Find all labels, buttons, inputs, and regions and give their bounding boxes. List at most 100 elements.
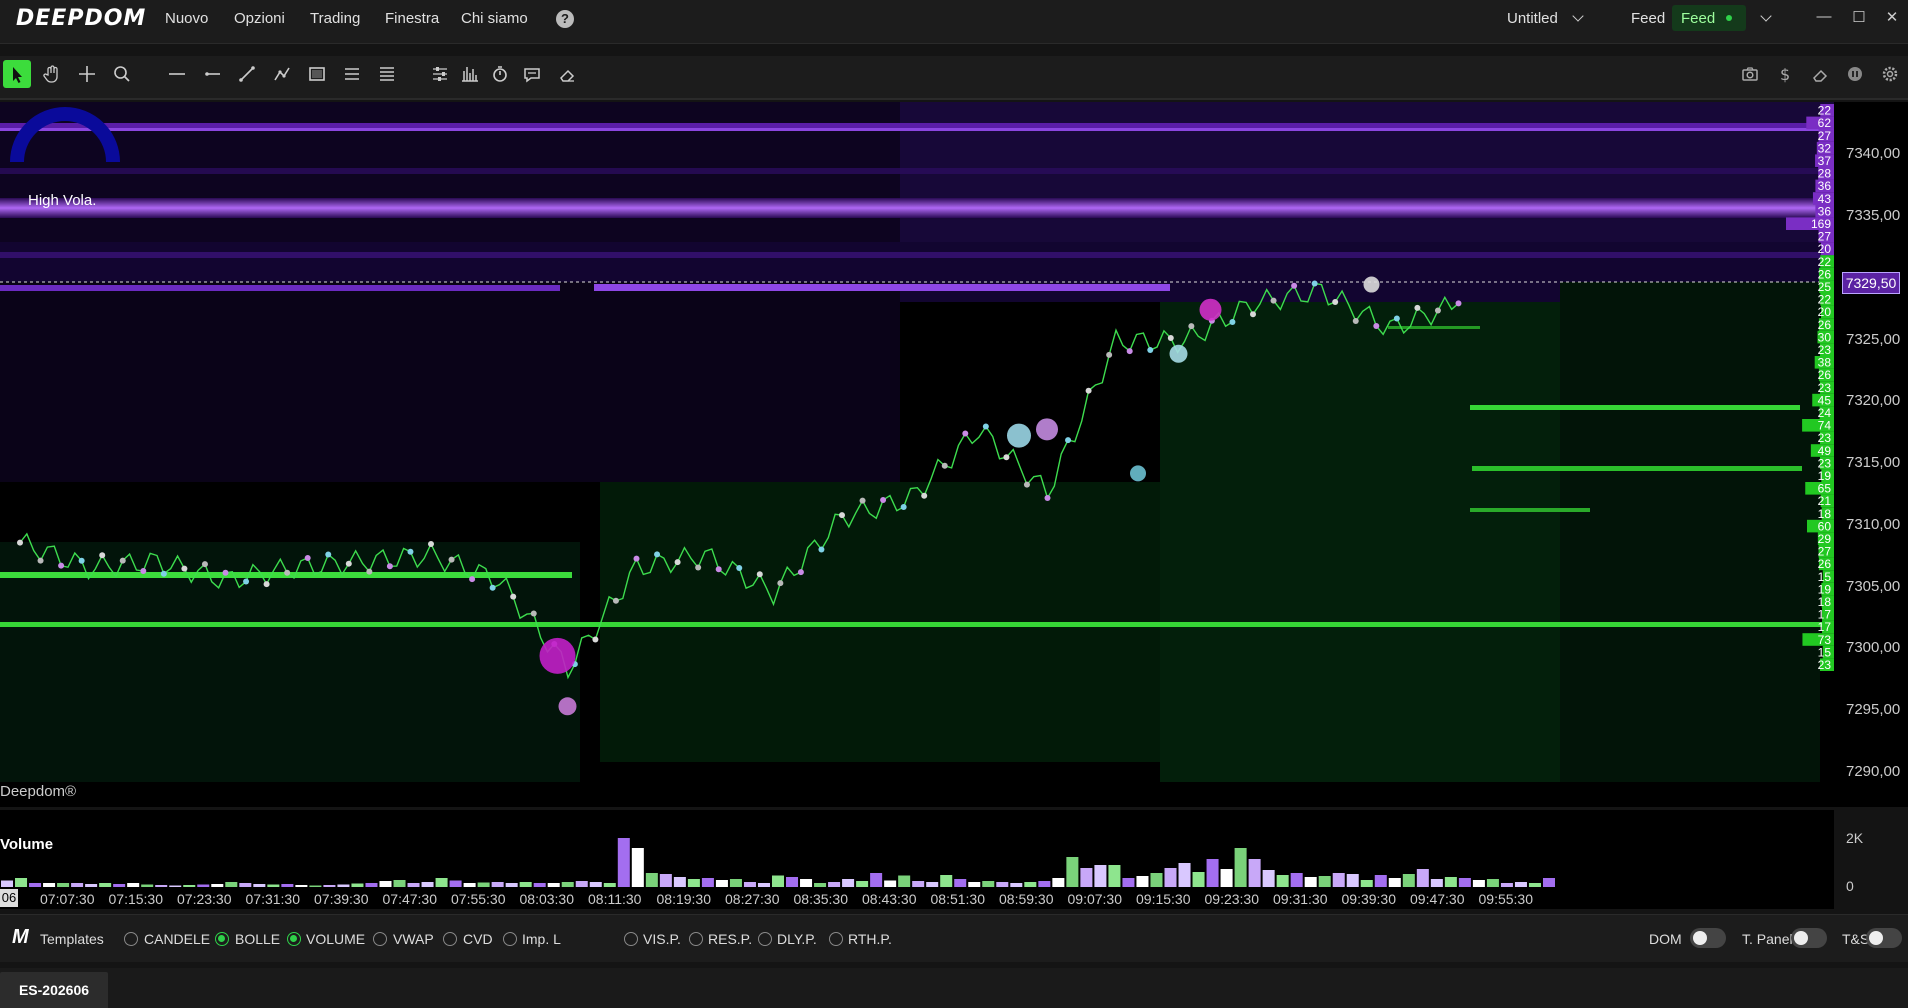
crosshair-icon[interactable]: [73, 60, 101, 88]
templates-icon[interactable]: M: [12, 926, 29, 949]
trade-bubble: [695, 564, 702, 571]
dollar-icon[interactable]: $: [1771, 60, 1799, 88]
imp-l-radio[interactable]: [503, 932, 517, 946]
trade-bubble: [880, 496, 887, 503]
t-panel-toggle[interactable]: [1791, 928, 1827, 948]
volume-bar: [1206, 859, 1219, 888]
rth-p-label[interactable]: RTH.P.: [848, 931, 892, 947]
vwap-label[interactable]: VWAP: [393, 931, 434, 947]
res-p-radio[interactable]: [689, 932, 703, 946]
time-axis-label: 08:43:30: [862, 891, 917, 907]
trade-bubble: [366, 568, 373, 575]
dom-toggle-label: DOM: [1649, 931, 1682, 947]
menu-item-finestra[interactable]: Finestra: [385, 10, 439, 27]
pointer-icon[interactable]: [3, 60, 31, 88]
trend-line-icon[interactable]: [233, 60, 261, 88]
dly-p-radio[interactable]: [758, 932, 772, 946]
volume-bar: [1066, 857, 1079, 888]
time-axis-label: 08:27:30: [725, 891, 780, 907]
trade-bubble: [489, 584, 496, 591]
volume-radio[interactable]: [287, 932, 301, 946]
imp-l-label[interactable]: Imp. L: [522, 931, 561, 947]
trade-bubble: [407, 548, 414, 555]
timer-icon[interactable]: [486, 60, 514, 88]
trade-bubble: [1373, 322, 1380, 329]
close-button[interactable]: ✕: [1881, 8, 1903, 28]
magnifier-icon[interactable]: [108, 60, 136, 88]
time-axis-label: 07:39:30: [314, 891, 369, 907]
trade-bubble: [941, 462, 948, 469]
trade-bubble: [1229, 318, 1236, 325]
dly-p-label[interactable]: DLY.P.: [777, 931, 817, 947]
time-axis-label: 07:15:30: [108, 891, 164, 907]
res-p-label[interactable]: RES.P.: [708, 931, 752, 947]
bid-liquidity-band: [1470, 405, 1800, 410]
volume-bar: [1332, 873, 1345, 888]
rth-p-radio[interactable]: [829, 932, 843, 946]
trade-bubble: [900, 503, 907, 510]
trade-bubble: [469, 576, 476, 583]
chevron-down-icon[interactable]: [1760, 10, 1772, 22]
trade-bubble: [797, 569, 804, 576]
gear-icon[interactable]: [1876, 60, 1904, 88]
bid-liquidity-band: [1472, 466, 1802, 471]
eraser-icon[interactable]: [553, 60, 581, 88]
dom-toggle[interactable]: [1690, 928, 1726, 948]
volume-label[interactable]: VOLUME: [306, 931, 365, 947]
trade-bubble: [1414, 304, 1421, 311]
bolle-label[interactable]: BOLLE: [235, 931, 280, 947]
vwap-radio[interactable]: [373, 932, 387, 946]
horizontal-ray-icon[interactable]: [198, 60, 226, 88]
maximize-button[interactable]: ☐: [1848, 8, 1870, 28]
volume-panel[interactable]: [0, 810, 1834, 888]
chevron-down-icon[interactable]: [1572, 10, 1584, 22]
volume-bar: [1150, 873, 1163, 888]
fib-lines-icon[interactable]: [373, 60, 401, 88]
camera-icon[interactable]: [1736, 60, 1764, 88]
volume-bar: [1094, 865, 1107, 888]
rectangle-icon[interactable]: [303, 60, 331, 88]
menu-item-trading[interactable]: Trading: [310, 10, 360, 27]
comment-icon[interactable]: [518, 60, 546, 88]
settings-sliders-icon[interactable]: [426, 60, 454, 88]
time-axis-label: 09:23:30: [1204, 891, 1260, 907]
trade-bubble: [736, 564, 743, 571]
trade-bubble: [592, 636, 599, 643]
menu-item-nuovo[interactable]: Nuovo: [165, 10, 208, 27]
trade-bubble: [201, 561, 208, 568]
parallel-lines-icon[interactable]: [338, 60, 366, 88]
ts-toggle[interactable]: [1866, 928, 1902, 948]
time-axis-label: 09:39:30: [1341, 891, 1397, 907]
menu-item-chi-siamo[interactable]: Chi siamo: [461, 10, 528, 27]
vis-p-radio[interactable]: [624, 932, 638, 946]
polyline-icon[interactable]: [268, 60, 296, 88]
vis-p-label[interactable]: VIS.P.: [643, 931, 681, 947]
instrument-tab[interactable]: ES-202606: [0, 972, 108, 1008]
feed-status-badge[interactable]: Feed: [1672, 5, 1746, 31]
volume-bar: [870, 873, 883, 888]
candele-radio[interactable]: [124, 932, 138, 946]
help-icon[interactable]: ?: [556, 10, 574, 28]
horizontal-line-icon[interactable]: [163, 60, 191, 88]
cvd-radio[interactable]: [443, 932, 457, 946]
menu-item-opzioni[interactable]: Opzioni: [234, 10, 285, 27]
hand-icon[interactable]: [38, 60, 66, 88]
workspace-selector[interactable]: Untitled: [1507, 10, 1558, 27]
templates-label[interactable]: Templates: [40, 931, 104, 947]
bolle-radio[interactable]: [215, 932, 229, 946]
trade-bubble: [1250, 311, 1256, 318]
heatmap-chart[interactable]: 22 62 27 32 37 28 36 43 36 169 27 20 22 26 25 22 20 26 30 2…: [0, 102, 1834, 807]
trade-bubble: [1036, 418, 1058, 441]
time-axis-label: 09:15:30: [1136, 891, 1191, 907]
time-axis-label: 09:47:30: [1410, 891, 1465, 907]
candele-label[interactable]: CANDELE: [144, 931, 210, 947]
time-axis-label: 07:23:30: [177, 891, 232, 907]
volume-bar: [1108, 865, 1121, 888]
minimize-button[interactable]: —: [1813, 8, 1835, 28]
eraser-icon[interactable]: [1806, 60, 1834, 88]
price-axis-label: 7335,00: [1846, 207, 1901, 224]
cvd-label[interactable]: CVD: [463, 931, 493, 947]
pause-icon[interactable]: [1841, 60, 1869, 88]
trade-bubble: [140, 568, 147, 575]
histogram-icon[interactable]: [456, 60, 484, 88]
